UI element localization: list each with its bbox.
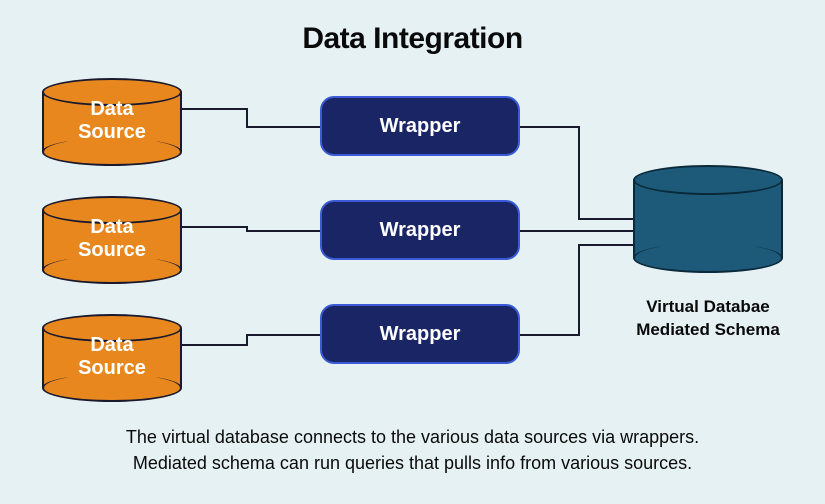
connector bbox=[182, 344, 248, 346]
connector bbox=[520, 126, 580, 128]
data-source-cylinder-2: DataSource bbox=[42, 210, 182, 270]
connector bbox=[246, 108, 248, 126]
virtual-database-cylinder bbox=[633, 180, 783, 258]
data-source-label: DataSource bbox=[42, 334, 182, 380]
virtual-database-label: Virtual Databae Mediated Schema bbox=[618, 296, 798, 342]
connector bbox=[578, 244, 633, 246]
diagram-caption: The virtual database connects to the var… bbox=[40, 424, 785, 476]
wrapper-box-1: Wrapper bbox=[320, 96, 520, 156]
connector bbox=[578, 126, 580, 220]
data-source-cylinder-3: DataSource bbox=[42, 328, 182, 388]
wrapper-box-3: Wrapper bbox=[320, 304, 520, 364]
wrapper-label: Wrapper bbox=[380, 219, 461, 242]
data-source-label: DataSource bbox=[42, 98, 182, 144]
connector bbox=[182, 108, 248, 110]
connector bbox=[578, 244, 580, 336]
wrapper-label: Wrapper bbox=[380, 115, 461, 138]
connector bbox=[520, 230, 633, 232]
wrapper-box-2: Wrapper bbox=[320, 200, 520, 260]
diagram-title: Data Integration bbox=[0, 22, 825, 56]
connector bbox=[246, 230, 320, 232]
wrapper-label: Wrapper bbox=[380, 323, 461, 346]
connector bbox=[246, 126, 320, 128]
data-source-cylinder-1: DataSource bbox=[42, 92, 182, 152]
connector bbox=[578, 218, 633, 220]
connector bbox=[182, 226, 248, 228]
connector bbox=[520, 334, 580, 336]
connector bbox=[246, 334, 320, 336]
data-source-label: DataSource bbox=[42, 216, 182, 262]
